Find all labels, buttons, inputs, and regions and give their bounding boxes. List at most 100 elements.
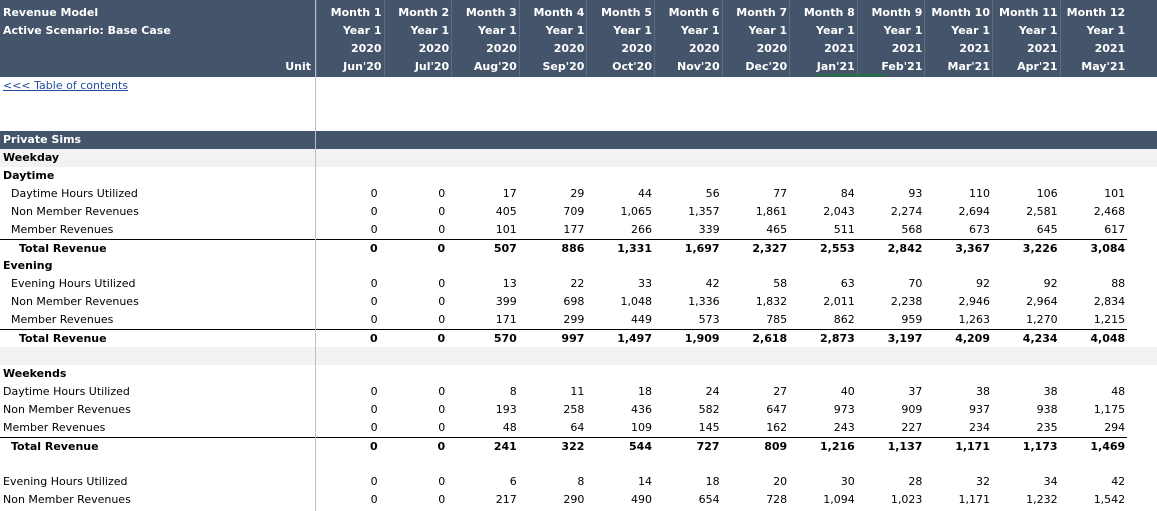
header-years-cell[interactable]: Year 1: [519, 22, 587, 40]
value-cell[interactable]: 0: [316, 491, 384, 509]
value-cell[interactable]: 88: [1060, 275, 1128, 293]
table-of-contents-link[interactable]: <<< Table of contents: [3, 79, 128, 92]
value-cell[interactable]: 32: [924, 473, 992, 491]
value-cell[interactable]: 0: [316, 239, 384, 257]
value-cell[interactable]: 48: [451, 419, 519, 437]
value-cell[interactable]: 20: [722, 473, 790, 491]
value-cell[interactable]: 2,946: [924, 293, 992, 311]
row-label[interactable]: Weekends: [0, 365, 315, 383]
value-cell[interactable]: 14: [586, 473, 654, 491]
value-cell[interactable]: 93: [857, 185, 925, 203]
value-cell[interactable]: 8: [451, 383, 519, 401]
header-calendar-years-cell[interactable]: 2020: [586, 40, 654, 58]
value-cell[interactable]: 709: [519, 203, 587, 221]
header-months-cell[interactable]: Month 2: [384, 4, 452, 22]
value-cell[interactable]: 436: [586, 401, 654, 419]
value-cell[interactable]: 3,197: [856, 329, 925, 347]
value-cell[interactable]: 1,173: [992, 437, 1060, 455]
value-cell[interactable]: 2,238: [857, 293, 925, 311]
value-cell[interactable]: 0: [384, 419, 452, 437]
value-cell[interactable]: 0: [384, 383, 452, 401]
header-calendar-years-cell[interactable]: 2021: [924, 40, 992, 58]
value-cell[interactable]: 1,215: [1060, 311, 1128, 329]
value-cell[interactable]: 0: [316, 293, 384, 311]
header-periods-cell[interactable]: May'21: [1060, 58, 1128, 76]
value-cell[interactable]: 0: [316, 437, 384, 455]
value-cell[interactable]: 0: [316, 473, 384, 491]
row-label[interactable]: Evening Hours Utilized: [0, 275, 315, 293]
header-months-cell[interactable]: Month 6: [654, 4, 722, 22]
value-cell[interactable]: 1,094: [789, 491, 857, 509]
value-cell[interactable]: 1,832: [722, 293, 790, 311]
value-cell[interactable]: 193: [451, 401, 519, 419]
header-years-cell[interactable]: Year 1: [924, 22, 992, 40]
value-cell[interactable]: 235: [992, 419, 1060, 437]
header-years-cell[interactable]: Year 1: [789, 22, 857, 40]
value-cell[interactable]: 294: [1060, 419, 1128, 437]
value-cell[interactable]: 1,137: [856, 437, 925, 455]
value-cell[interactable]: 2,468: [1060, 203, 1128, 221]
header-years-cell[interactable]: Year 1: [1060, 22, 1128, 40]
value-cell[interactable]: 1,216: [789, 437, 857, 455]
header-years-cell[interactable]: Year 1: [384, 22, 452, 40]
value-cell[interactable]: 0: [384, 401, 452, 419]
value-cell[interactable]: 0: [384, 203, 452, 221]
value-cell[interactable]: 0: [316, 275, 384, 293]
value-cell[interactable]: 1,065: [586, 203, 654, 221]
header-calendar-years-cell[interactable]: 2021: [1060, 40, 1128, 58]
value-cell[interactable]: 937: [924, 401, 992, 419]
value-cell[interactable]: 48: [1060, 383, 1128, 401]
value-cell[interactable]: 0: [384, 185, 452, 203]
value-cell[interactable]: 234: [924, 419, 992, 437]
header-calendar-years-cell[interactable]: 2020: [519, 40, 587, 58]
header-months-cell[interactable]: Month 5: [586, 4, 654, 22]
header-periods-cell[interactable]: Oct'20: [586, 58, 654, 76]
value-cell[interactable]: 56: [654, 185, 722, 203]
value-cell[interactable]: 6: [451, 473, 519, 491]
header-calendar-years-cell[interactable]: 2021: [857, 40, 925, 58]
value-cell[interactable]: 647: [722, 401, 790, 419]
value-cell[interactable]: 0: [383, 239, 452, 257]
value-cell[interactable]: 938: [992, 401, 1060, 419]
header-periods-cell[interactable]: Sep'20: [519, 58, 587, 76]
value-cell[interactable]: 673: [924, 221, 992, 239]
value-cell[interactable]: 241: [451, 437, 519, 455]
header-periods-cell[interactable]: Aug'20: [451, 58, 519, 76]
value-cell[interactable]: 28: [857, 473, 925, 491]
value-cell[interactable]: 0: [316, 401, 384, 419]
value-cell[interactable]: 465: [722, 221, 790, 239]
value-cell[interactable]: 973: [789, 401, 857, 419]
value-cell[interactable]: 70: [857, 275, 925, 293]
value-cell[interactable]: 449: [586, 311, 654, 329]
value-cell[interactable]: 77: [722, 185, 790, 203]
value-cell[interactable]: 490: [586, 491, 654, 509]
header-calendar-years-cell[interactable]: 2020: [722, 40, 790, 58]
value-cell[interactable]: 42: [1060, 473, 1128, 491]
value-cell[interactable]: 145: [654, 419, 722, 437]
row-label[interactable]: Member Revenues: [0, 419, 315, 437]
value-cell[interactable]: 38: [992, 383, 1060, 401]
value-cell[interactable]: 2,873: [789, 329, 857, 347]
value-cell[interactable]: 0: [316, 383, 384, 401]
value-cell[interactable]: 29: [519, 185, 587, 203]
value-cell[interactable]: 1,542: [1060, 491, 1128, 509]
value-cell[interactable]: 727: [654, 437, 722, 455]
value-cell[interactable]: 997: [518, 329, 587, 347]
value-cell[interactable]: 110: [924, 185, 992, 203]
value-cell[interactable]: 886: [518, 239, 587, 257]
value-cell[interactable]: 1,861: [722, 203, 790, 221]
value-cell[interactable]: 0: [383, 329, 452, 347]
row-label[interactable]: Non Member Revenues: [0, 401, 315, 419]
value-cell[interactable]: 1,697: [654, 239, 722, 257]
value-cell[interactable]: 8: [519, 473, 587, 491]
value-cell[interactable]: 582: [654, 401, 722, 419]
value-cell[interactable]: 0: [316, 203, 384, 221]
value-cell[interactable]: 959: [857, 311, 925, 329]
value-cell[interactable]: 1,336: [654, 293, 722, 311]
value-cell[interactable]: 507: [451, 239, 519, 257]
header-calendar-years-cell[interactable]: 2020: [451, 40, 519, 58]
value-cell[interactable]: 37: [857, 383, 925, 401]
value-cell[interactable]: 785: [722, 311, 790, 329]
header-calendar-years-cell[interactable]: 2020: [654, 40, 722, 58]
row-label[interactable]: Daytime Hours Utilized: [0, 383, 315, 401]
